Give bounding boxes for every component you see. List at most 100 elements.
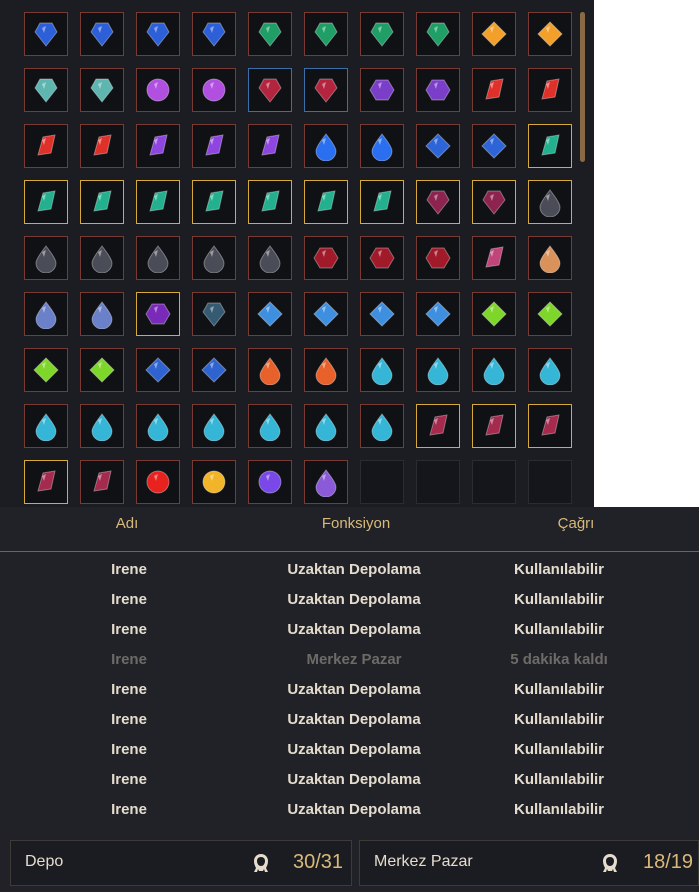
inventory-slot[interactable] — [304, 12, 348, 56]
inventory-slot[interactable] — [360, 124, 404, 168]
inventory-slot[interactable] — [416, 236, 460, 280]
maid-row[interactable]: Irene Uzaktan Depolama Kullanılabilir — [0, 795, 699, 825]
inventory-slot[interactable] — [416, 68, 460, 112]
inventory-slot[interactable] — [304, 404, 348, 448]
maid-row[interactable]: Irene Uzaktan Depolama Kullanılabilir — [0, 615, 699, 645]
inventory-slot[interactable] — [528, 236, 572, 280]
inventory-slot[interactable] — [136, 404, 180, 448]
inventory-slot[interactable] — [192, 348, 236, 392]
inventory-slot[interactable] — [24, 12, 68, 56]
scrollbar-thumb[interactable] — [580, 12, 585, 162]
column-header-function[interactable]: Fonksiyon — [256, 515, 456, 532]
inventory-slot[interactable] — [528, 12, 572, 56]
inventory-slot[interactable] — [24, 68, 68, 112]
inventory-slot[interactable] — [360, 348, 404, 392]
inventory-slot[interactable] — [24, 180, 68, 224]
central-market-tab[interactable]: Merkez Pazar 18/19 — [359, 840, 699, 886]
inventory-slot[interactable] — [528, 180, 572, 224]
inventory-slot[interactable] — [192, 12, 236, 56]
maid-row[interactable]: Irene Uzaktan Depolama Kullanılabilir — [0, 675, 699, 705]
inventory-slot[interactable] — [528, 348, 572, 392]
inventory-slot[interactable] — [472, 292, 516, 336]
column-header-call[interactable]: Çağrı — [476, 515, 676, 532]
inventory-slot[interactable] — [24, 236, 68, 280]
inventory-slot[interactable] — [192, 460, 236, 504]
inventory-slot[interactable] — [304, 292, 348, 336]
inventory-slot[interactable] — [136, 68, 180, 112]
inventory-slot[interactable] — [248, 292, 292, 336]
inventory-slot[interactable] — [136, 292, 180, 336]
inventory-slot[interactable] — [416, 180, 460, 224]
inventory-slot[interactable] — [136, 348, 180, 392]
inventory-slot[interactable] — [192, 180, 236, 224]
column-header-name[interactable]: Adı — [27, 515, 227, 532]
inventory-slot[interactable] — [248, 124, 292, 168]
inventory-slot[interactable] — [136, 124, 180, 168]
inventory-slot[interactable] — [304, 124, 348, 168]
inventory-slot[interactable] — [192, 236, 236, 280]
inventory-slot[interactable] — [528, 124, 572, 168]
inventory-slot[interactable] — [360, 12, 404, 56]
inventory-scrollbar[interactable] — [580, 12, 585, 162]
inventory-slot[interactable] — [136, 180, 180, 224]
inventory-slot[interactable] — [304, 460, 348, 504]
inventory-slot[interactable] — [80, 68, 124, 112]
inventory-slot[interactable] — [472, 236, 516, 280]
empty-slot[interactable] — [416, 460, 460, 504]
maid-row[interactable]: Irene Uzaktan Depolama Kullanılabilir — [0, 555, 699, 585]
inventory-slot[interactable] — [472, 124, 516, 168]
inventory-slot[interactable] — [24, 348, 68, 392]
inventory-slot[interactable] — [360, 180, 404, 224]
inventory-slot[interactable] — [248, 180, 292, 224]
inventory-slot[interactable] — [24, 460, 68, 504]
inventory-slot[interactable] — [360, 68, 404, 112]
inventory-slot[interactable] — [80, 292, 124, 336]
inventory-slot[interactable] — [304, 348, 348, 392]
inventory-slot[interactable] — [248, 460, 292, 504]
inventory-slot[interactable] — [192, 404, 236, 448]
inventory-slot[interactable] — [248, 404, 292, 448]
inventory-slot[interactable] — [416, 12, 460, 56]
inventory-slot[interactable] — [304, 68, 348, 112]
inventory-slot[interactable] — [248, 236, 292, 280]
storage-tab[interactable]: Depo 30/31 — [10, 840, 352, 886]
inventory-slot[interactable] — [360, 236, 404, 280]
inventory-slot[interactable] — [24, 404, 68, 448]
inventory-slot[interactable] — [192, 124, 236, 168]
inventory-slot[interactable] — [528, 68, 572, 112]
inventory-slot[interactable] — [416, 292, 460, 336]
inventory-slot[interactable] — [136, 460, 180, 504]
maid-row[interactable]: Irene Uzaktan Depolama Kullanılabilir — [0, 705, 699, 735]
maid-row[interactable]: Irene Uzaktan Depolama Kullanılabilir — [0, 735, 699, 765]
inventory-slot[interactable] — [472, 404, 516, 448]
maid-row[interactable]: Irene Uzaktan Depolama Kullanılabilir — [0, 585, 699, 615]
inventory-slot[interactable] — [136, 236, 180, 280]
inventory-slot[interactable] — [24, 124, 68, 168]
inventory-slot[interactable] — [80, 404, 124, 448]
inventory-slot[interactable] — [24, 292, 68, 336]
inventory-slot[interactable] — [472, 12, 516, 56]
maid-row[interactable]: Irene Uzaktan Depolama Kullanılabilir — [0, 765, 699, 795]
inventory-slot[interactable] — [304, 180, 348, 224]
inventory-slot[interactable] — [80, 124, 124, 168]
inventory-slot[interactable] — [80, 12, 124, 56]
inventory-slot[interactable] — [248, 68, 292, 112]
inventory-slot[interactable] — [80, 180, 124, 224]
inventory-slot[interactable] — [248, 12, 292, 56]
inventory-slot[interactable] — [360, 292, 404, 336]
inventory-slot[interactable] — [80, 236, 124, 280]
inventory-slot[interactable] — [80, 460, 124, 504]
inventory-slot[interactable] — [192, 292, 236, 336]
inventory-slot[interactable] — [192, 68, 236, 112]
inventory-slot[interactable] — [80, 348, 124, 392]
inventory-slot[interactable] — [528, 292, 572, 336]
inventory-slot[interactable] — [136, 12, 180, 56]
empty-slot[interactable] — [360, 460, 404, 504]
inventory-slot[interactable] — [360, 404, 404, 448]
inventory-slot[interactable] — [472, 68, 516, 112]
inventory-slot[interactable] — [416, 404, 460, 448]
inventory-slot[interactable] — [416, 124, 460, 168]
inventory-slot[interactable] — [528, 404, 572, 448]
inventory-slot[interactable] — [472, 348, 516, 392]
empty-slot[interactable] — [472, 460, 516, 504]
